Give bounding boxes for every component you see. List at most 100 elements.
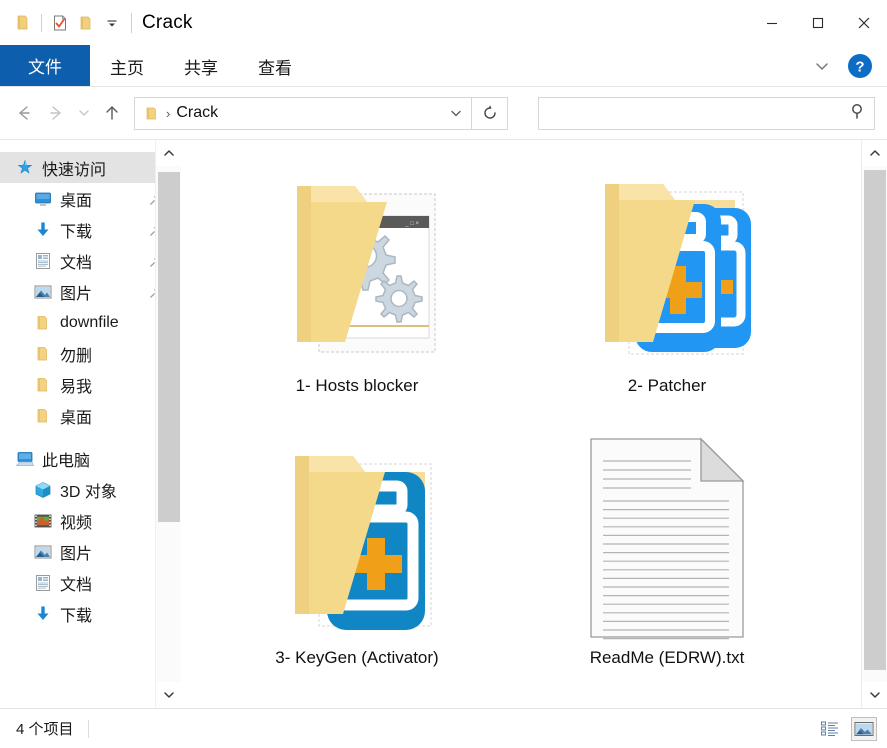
svg-text:_ □ ×: _ □ × (404, 221, 419, 227)
minimize-button[interactable] (749, 0, 795, 45)
sidebar-item-10[interactable]: 3D 对象 (0, 474, 181, 505)
folder-icon (32, 312, 54, 334)
navigation-pane: 快速访问 桌面 下载 文档 图片 downfile 勿删 易我 桌面 此电脑 3D 对象 视频 图片 文档… (0, 140, 182, 708)
chevron-down-icon[interactable] (99, 10, 125, 36)
breadcrumb-path[interactable]: Crack (176, 104, 218, 122)
tab-view[interactable]: 查看 (238, 47, 312, 85)
content-scroll-thumb[interactable] (863, 170, 886, 670)
close-button[interactable] (841, 0, 887, 45)
search-icon[interactable] (848, 101, 868, 126)
folder-icon (32, 405, 54, 427)
sidebar-item-2[interactable]: 下载 (0, 214, 181, 245)
folder-patcher-icon (572, 158, 762, 374)
address-bar[interactable]: › Crack (134, 96, 472, 130)
folder-icon[interactable] (10, 10, 36, 36)
sidebar-item-label: 快速访问 (42, 161, 107, 179)
sidebar-item-13[interactable]: 文档 (0, 567, 181, 598)
large-icons-view-button[interactable] (851, 716, 877, 741)
documents-icon (32, 572, 54, 594)
file-list-view[interactable]: _ □ × 1- Hosts blocker 2- Patcher 3- Key… (182, 140, 887, 708)
chevron-down-icon[interactable] (155, 682, 181, 708)
properties-icon[interactable] (47, 10, 73, 36)
chevron-down-icon[interactable] (805, 49, 839, 83)
details-view-button[interactable] (817, 717, 843, 741)
sidebar-item-label: 3D 对象 (60, 483, 117, 501)
sidebar-item-3[interactable]: 文档 (0, 245, 181, 276)
chevron-down-icon[interactable] (443, 105, 469, 121)
recent-locations-button[interactable] (72, 97, 96, 129)
content-scroll-track[interactable] (861, 166, 887, 682)
window-controls (749, 0, 887, 45)
title-separator (131, 12, 132, 33)
chevron-up-icon[interactable] (861, 140, 887, 166)
file-item-label: 1- Hosts blocker (295, 376, 419, 395)
search-input[interactable] (547, 104, 848, 122)
sidebar-scroll-thumb[interactable] (157, 172, 180, 522)
chevron-up-icon[interactable] (155, 140, 181, 166)
file-item-label: 2- Patcher (627, 376, 707, 395)
sidebar-item-label: 下载 (60, 223, 93, 241)
sidebar-item-5[interactable]: downfile (0, 307, 181, 338)
sidebar-item-label: 下载 (60, 607, 93, 625)
sidebar-scrollbar[interactable] (155, 140, 181, 708)
folder-icon (143, 105, 160, 122)
sidebar-item-9[interactable]: 此电脑 (0, 443, 181, 474)
sidebar-item-1[interactable]: 桌面 (0, 183, 181, 214)
new-folder-icon[interactable] (73, 10, 99, 36)
file-item[interactable]: 3- KeyGen (Activator) (202, 426, 512, 698)
toolbar-separator (41, 13, 42, 32)
view-buttons (817, 716, 877, 741)
tab-file[interactable]: 文件 (0, 45, 90, 86)
search-box[interactable] (538, 96, 875, 130)
sidebar-item-14[interactable]: 下载 (0, 598, 181, 629)
forward-button[interactable] (40, 97, 72, 129)
sidebar-item-11[interactable]: 视频 (0, 505, 181, 536)
sidebar-item-0[interactable]: 快速访问 (0, 152, 181, 183)
explorer-body: 快速访问 桌面 下载 文档 图片 downfile 勿删 易我 桌面 此电脑 3D 对象 视频 图片 文档… (0, 139, 887, 708)
folder-keygen-icon (262, 430, 452, 646)
sidebar-item-4[interactable]: 图片 (0, 276, 181, 307)
folder-icon (32, 343, 54, 365)
window-title: Crack (142, 11, 193, 33)
download-icon (32, 603, 54, 625)
sidebar-item-label: 文档 (60, 576, 93, 594)
sidebar-item-12[interactable]: 图片 (0, 536, 181, 567)
pictures-icon (32, 281, 54, 303)
tab-home[interactable]: 主页 (90, 47, 164, 85)
folder-exe-gears-icon: _ □ × (262, 158, 452, 374)
file-item[interactable]: 2- Patcher (512, 154, 822, 426)
sidebar-item-6[interactable]: 勿删 (0, 338, 181, 369)
sidebar-item-8[interactable]: 桌面 (0, 400, 181, 431)
sidebar-item-label: downfile (60, 313, 119, 331)
sidebar-item-label: 图片 (60, 545, 93, 563)
file-grid: _ □ × 1- Hosts blocker 2- Patcher 3- Key… (182, 140, 887, 698)
breadcrumb-separator: › (166, 105, 171, 121)
maximize-button[interactable] (795, 0, 841, 45)
sidebar-item-label: 易我 (60, 378, 93, 396)
sidebar-item-7[interactable]: 易我 (0, 369, 181, 400)
svg-text:?: ? (855, 59, 864, 76)
back-button[interactable] (8, 97, 40, 129)
quick-access-toolbar (10, 10, 142, 36)
sidebar-scroll-track[interactable] (155, 166, 181, 682)
sidebar-item-label: 图片 (60, 285, 93, 303)
tab-share[interactable]: 共享 (164, 47, 238, 85)
sidebar-item-label: 桌面 (60, 409, 93, 427)
file-item[interactable]: ReadMe (EDRW).txt (512, 426, 822, 698)
file-item[interactable]: _ □ × 1- Hosts blocker (202, 154, 512, 426)
desktop-icon (32, 188, 54, 210)
download-icon (32, 219, 54, 241)
help-icon[interactable]: ? (845, 51, 875, 81)
content-scrollbar[interactable] (861, 140, 887, 708)
pin-star-icon (14, 157, 36, 179)
refresh-button[interactable] (472, 96, 508, 130)
up-button[interactable] (96, 97, 128, 129)
title-bar: Crack (0, 0, 887, 45)
file-explorer-window: Crack 文件 主页 共享 查看 ? › Crack 快速访问 桌面 下载 文… (0, 0, 887, 748)
documents-icon (32, 250, 54, 272)
item-count-label: 4 个项目 (16, 721, 74, 738)
sidebar-item-label: 此电脑 (42, 452, 91, 470)
sidebar-item-label: 勿删 (60, 347, 93, 365)
chevron-down-icon[interactable] (861, 682, 887, 708)
this-pc-icon (14, 448, 36, 470)
